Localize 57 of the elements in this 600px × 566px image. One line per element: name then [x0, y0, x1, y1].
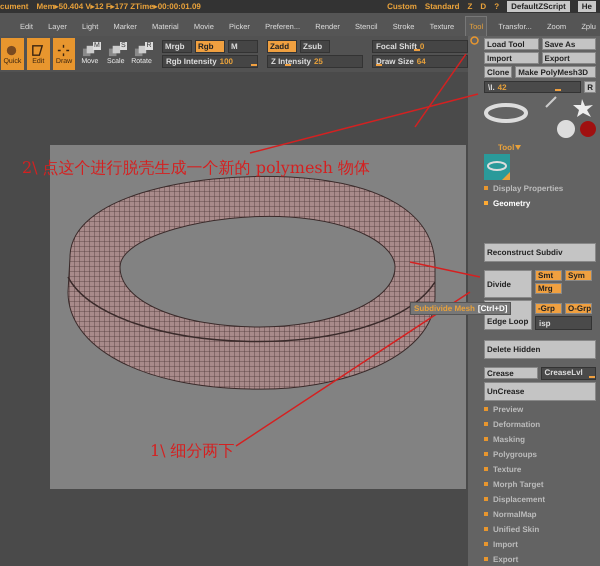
swirl-icon[interactable] [470, 36, 479, 45]
reset-button[interactable]: R [584, 81, 596, 93]
uncrease-button[interactable]: UnCrease [484, 382, 596, 401]
palette-button[interactable]: Export [542, 52, 596, 64]
toggle-button[interactable]: Zadd [266, 40, 297, 53]
disp-button[interactable]: isp [535, 316, 592, 330]
tool-thumbnails-drawing[interactable] [484, 95, 596, 141]
slider-marker[interactable] [376, 64, 382, 66]
layout-item[interactable]: Z [468, 2, 472, 11]
document-title: cument [0, 2, 28, 11]
crosshair-icon [56, 43, 72, 58]
slider-marker[interactable] [414, 49, 420, 51]
annotation-text: 1\ 细分两下 [150, 441, 235, 462]
annotation-text: 2\ 点这个进行脱壳生成一个新的 polymesh 物体 [22, 158, 370, 179]
toggle-button[interactable]: O-Grp [565, 303, 592, 314]
palette-button[interactable]: Save As [542, 38, 596, 50]
brush-slider[interactable]: Rgb Intensity 100 [162, 55, 258, 68]
frame-icon [30, 43, 46, 58]
tool-thumbnail-icon[interactable] [484, 154, 510, 180]
reconstruct-subdiv-button[interactable]: Reconstruct Subdiv [484, 243, 596, 262]
layout-item[interactable]: ? [494, 2, 500, 11]
toggle-button[interactable]: Sym [565, 270, 592, 281]
tooltip-text: Subdivide Mesh [414, 304, 475, 313]
slider-marker[interactable] [589, 376, 595, 378]
brush-slider[interactable]: Z Intensity 25 [266, 55, 363, 68]
layout-item[interactable]: Custom [387, 2, 417, 11]
cube-icon [134, 43, 149, 58]
cube-icon [108, 43, 123, 58]
toggle-button[interactable]: Smt [535, 270, 562, 281]
slider-marker[interactable] [250, 64, 257, 66]
palette-button[interactable]: Make PolyMesh3D [515, 66, 596, 78]
crease-level-slider[interactable]: CreaseLvl [540, 367, 596, 380]
delete-hidden-button[interactable]: Delete Hidden [484, 340, 596, 359]
toggle-button[interactable]: Mrgb [162, 40, 192, 53]
section-header[interactable]: Geometry [484, 197, 530, 210]
divide-button[interactable]: Divide [484, 270, 532, 298]
slider-marker[interactable] [555, 89, 562, 91]
brush-slider[interactable]: Draw Size 64 [372, 55, 468, 68]
memory-stats: Mem▸50.404 V▸12 F▸177 ZTime▸00:00:01.09 [36, 2, 201, 11]
script-button[interactable]: He [578, 1, 596, 12]
caret-icon[interactable] [515, 145, 522, 150]
toggle-button[interactable]: Rgb [194, 40, 225, 53]
toggle-button[interactable]: Zsub [300, 40, 330, 53]
leader-line [410, 261, 480, 278]
slider-marker[interactable] [285, 64, 292, 66]
toggle-button[interactable]: Mrg [535, 283, 562, 294]
toggle-button[interactable]: M [228, 40, 258, 53]
toggle-button[interactable]: -Grp [535, 303, 562, 314]
crease-button[interactable]: Crease [484, 367, 538, 379]
subdiv-slider[interactable]: \I. 42 [484, 81, 582, 93]
palette-button[interactable]: Load Tool [484, 38, 538, 50]
script-button[interactable]: DefaultZScript [507, 1, 570, 12]
layout-item[interactable]: D [480, 2, 486, 11]
palette-button[interactable]: Import [484, 52, 538, 64]
brush-slider[interactable]: Focal Shift 0 [372, 40, 468, 53]
layout-item[interactable]: Standard [424, 2, 460, 11]
palette-button[interactable]: Clone [484, 66, 512, 78]
